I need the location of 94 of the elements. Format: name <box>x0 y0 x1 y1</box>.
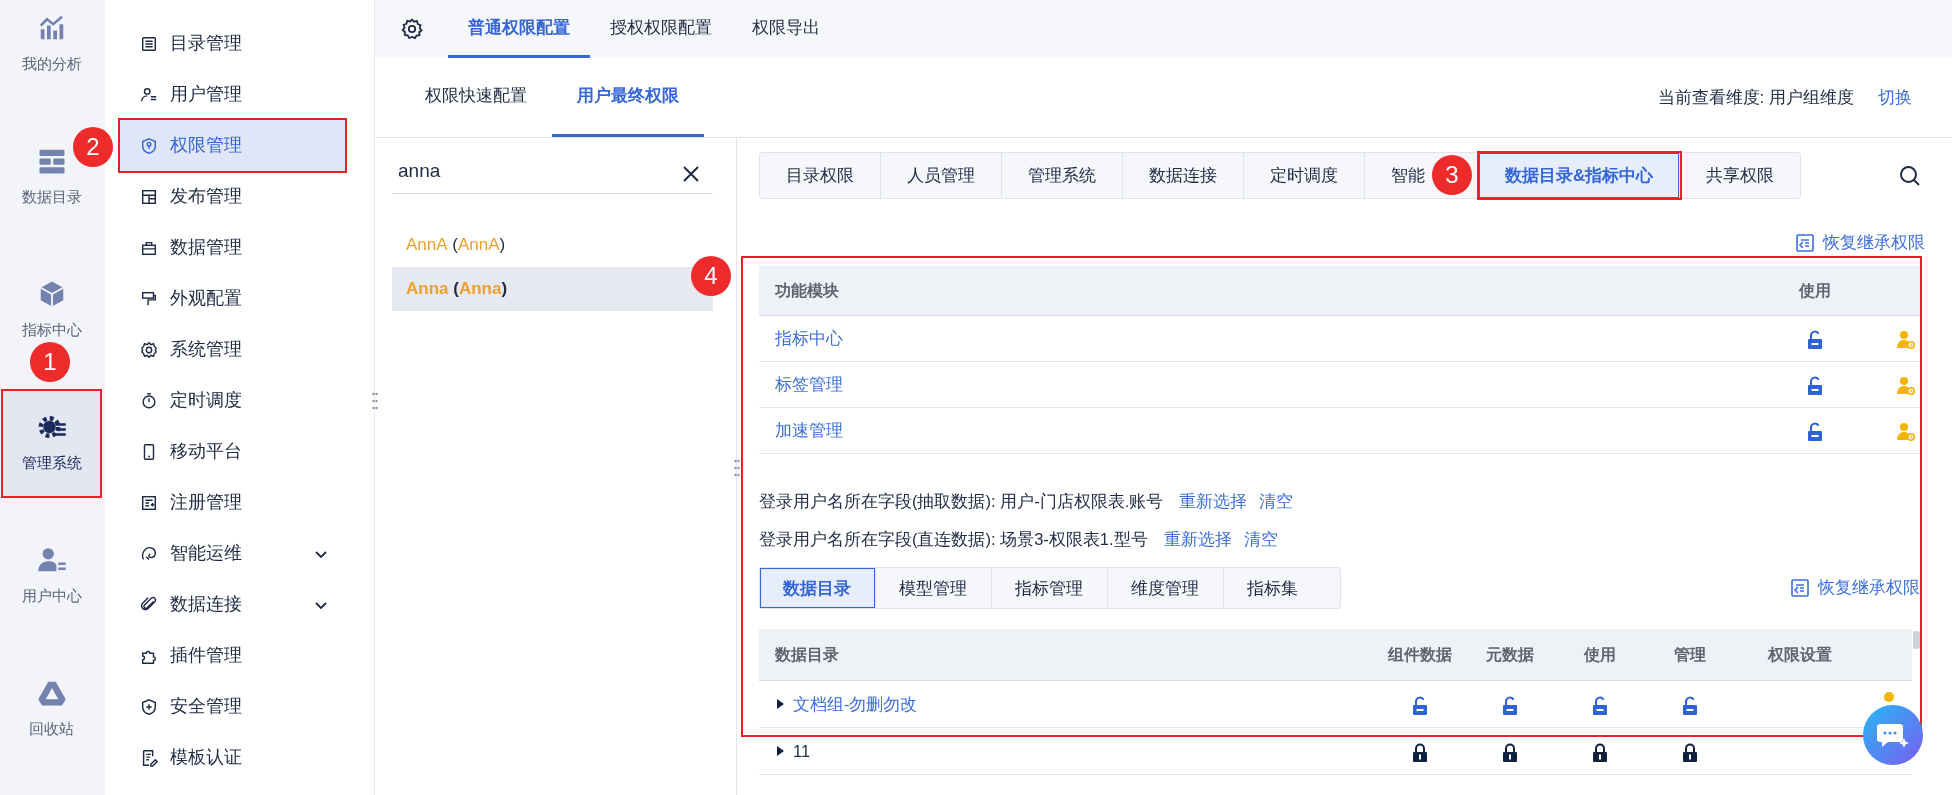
form-icon <box>140 493 158 512</box>
menu-item[interactable]: 模板认证 <box>120 732 345 783</box>
lock-icon[interactable] <box>1412 742 1428 762</box>
shield-icon <box>140 136 158 155</box>
layout-icon <box>140 187 158 206</box>
tab[interactable]: 权限快速配置 <box>400 58 552 137</box>
lock-icon[interactable] <box>1592 742 1608 762</box>
switch-link[interactable]: 切换 <box>1878 84 1912 111</box>
tab[interactable]: 模型管理 <box>876 568 992 608</box>
user-icon <box>140 85 158 104</box>
restore-icon <box>1795 233 1815 253</box>
module-link[interactable]: 加速管理 <box>775 421 843 440</box>
callout-badge: 3 <box>1432 155 1472 195</box>
search-icon[interactable] <box>1898 163 1922 188</box>
tab[interactable]: 维度管理 <box>1108 568 1224 608</box>
action-link[interactable]: 重新选择 <box>1163 526 1232 552</box>
callout-badge: 1 <box>30 342 70 382</box>
column-header: 管理 <box>1674 644 1706 665</box>
menu-item[interactable]: 移动平台 <box>120 426 345 477</box>
rail-item[interactable]: 我的分析 <box>3 0 100 97</box>
catalog-link[interactable]: 文档组-勿删勿改 <box>793 691 918 717</box>
tab[interactable]: 数据目录 <box>760 568 876 608</box>
module-link[interactable]: 指标中心 <box>775 329 843 348</box>
tab[interactable]: 数据目录&指标中心 <box>1479 153 1681 198</box>
menu-item[interactable]: 发布管理 <box>120 171 345 222</box>
gear-icon <box>140 340 158 359</box>
action-link[interactable]: 清空 <box>1259 488 1294 514</box>
tab[interactable]: 定时调度 <box>1244 153 1365 198</box>
restore-link[interactable]: 恢复继承权限 <box>1795 232 1925 254</box>
unlocked-icon[interactable] <box>1807 376 1823 396</box>
view-dimension-label: 当前查看维度: 用户组维度 <box>1657 86 1854 109</box>
rail-item[interactable]: 回收站 <box>3 657 100 762</box>
stopwatch-icon <box>140 391 158 410</box>
menu-item[interactable]: 插件管理 <box>120 630 345 681</box>
catalog-name: 11 <box>793 740 811 762</box>
scrollbar-thumb[interactable] <box>1913 631 1920 649</box>
menu-item[interactable]: 智能运维 <box>120 528 345 579</box>
restore-link[interactable]: 恢复继承权限 <box>1790 575 1920 601</box>
tab[interactable]: 用户最终权限 <box>552 58 704 137</box>
tab[interactable]: 目录权限 <box>760 153 881 198</box>
unlocked-icon[interactable] <box>1682 695 1698 715</box>
column-header: 权限设置 <box>1768 644 1832 665</box>
column-header: 使用 <box>1584 644 1616 665</box>
login-field-text: 登录用户名所在字段(抽取数据): 用户-门店权限表.账号 <box>759 490 1164 512</box>
column-header: 使用 <box>1799 280 1831 301</box>
tab[interactable]: 普通权限配置 <box>448 0 590 58</box>
menu-item[interactable]: 数据连接 <box>120 579 345 630</box>
expand-caret-icon[interactable] <box>775 698 785 710</box>
chat-button[interactable] <box>1863 705 1923 765</box>
unlocked-icon[interactable] <box>1807 422 1823 442</box>
login-field-text: 登录用户名所在字段(直连数据): 场景3-权限表1.型号 <box>759 528 1148 550</box>
rail-item[interactable]: 用户中心 <box>3 524 100 629</box>
tab[interactable]: 数据连接 <box>1123 153 1244 198</box>
menu-item[interactable]: 定时调度 <box>120 375 345 426</box>
unlocked-icon[interactable] <box>1502 695 1518 715</box>
tab[interactable]: 管理系统 <box>1002 153 1123 198</box>
tab[interactable]: 授权权限配置 <box>590 0 732 58</box>
tab[interactable]: 指标管理 <box>992 568 1108 608</box>
shield-icon <box>140 697 158 716</box>
settings-icon[interactable] <box>400 17 424 41</box>
column-header: 数据目录 <box>774 644 840 665</box>
tab[interactable]: 共享权限 <box>1680 153 1801 198</box>
module-link[interactable]: 标签管理 <box>775 375 843 394</box>
paint-roller-icon <box>140 289 158 308</box>
column-header: 元数据 <box>1486 644 1534 665</box>
menu-item[interactable]: 数据管理 <box>120 222 345 273</box>
restore-icon <box>1790 578 1810 598</box>
tab[interactable]: 智能 <box>1365 153 1431 198</box>
menu-item[interactable]: 注册管理 <box>120 477 345 528</box>
tab[interactable]: 指标集 <box>1224 568 1340 608</box>
tab[interactable]: 权限导出 <box>732 0 840 58</box>
column-header: 功能模块 <box>774 280 840 301</box>
unlocked-icon[interactable] <box>1412 695 1428 715</box>
menu-item[interactable]: 系统管理 <box>120 324 345 375</box>
document-pen-icon <box>140 748 158 767</box>
list-icon <box>140 34 158 53</box>
action-link[interactable]: 重新选择 <box>1179 488 1248 514</box>
menu-item[interactable]: 权限管理 <box>120 120 345 171</box>
callout-badge: 4 <box>691 256 731 296</box>
menu-item[interactable]: 目录管理 <box>120 18 345 69</box>
lock-icon[interactable] <box>1682 742 1698 762</box>
menu-item[interactable]: 外观配置 <box>120 273 345 324</box>
tab[interactable]: 人员管理 <box>881 153 1002 198</box>
expand-caret-icon[interactable] <box>775 745 785 757</box>
resize-handle-icon[interactable] <box>372 392 378 410</box>
resize-handle-icon[interactable] <box>734 459 740 477</box>
rail-item[interactable]: 管理系统 <box>3 391 100 496</box>
unlocked-icon[interactable] <box>1592 695 1608 715</box>
menu-item[interactable]: 安全管理 <box>120 681 345 732</box>
lock-icon[interactable] <box>1502 742 1518 762</box>
column-header: 组件数据 <box>1388 644 1452 665</box>
unlocked-icon[interactable] <box>1807 330 1823 350</box>
action-link[interactable]: 清空 <box>1243 526 1278 552</box>
menu-item[interactable]: 用户管理 <box>120 69 345 120</box>
